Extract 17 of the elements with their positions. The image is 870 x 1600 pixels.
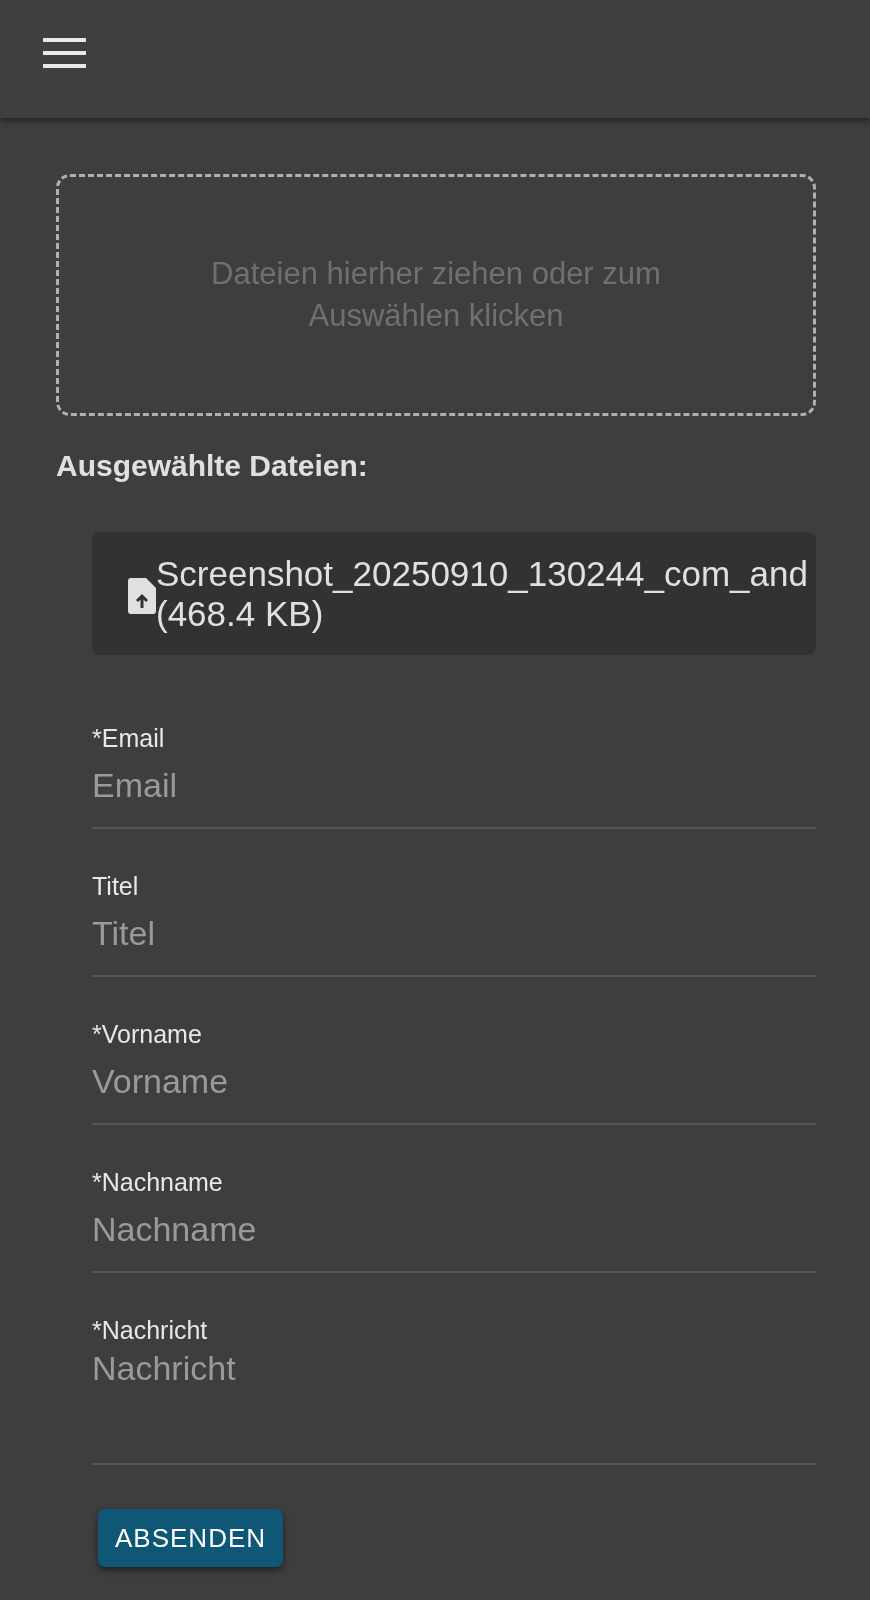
input-field[interactable]: Nachname	[92, 1197, 816, 1273]
menu-icon	[43, 38, 86, 68]
field-label: *Email	[92, 723, 166, 753]
input-field[interactable]: Vorname	[92, 1049, 816, 1125]
input-field[interactable]: Email	[92, 753, 816, 829]
submit-button[interactable]: ABSENDEN	[98, 1509, 284, 1567]
selected-files-heading: Ausgewählte Dateien:	[56, 448, 369, 484]
field-label: *Vorname	[92, 1019, 203, 1049]
file-upload-icon	[128, 577, 156, 614]
menu-button[interactable]	[43, 38, 86, 68]
field-label: *Nachricht	[92, 1315, 209, 1345]
field-label: Titel	[92, 871, 140, 901]
file-name: Screenshot_20250910_130244_com_and	[156, 553, 808, 594]
message-field[interactable]: Nachricht	[92, 1345, 816, 1465]
input-field[interactable]: Titel	[92, 901, 816, 977]
field-label: *Nachname	[92, 1167, 224, 1197]
file-size: (468.4 KB)	[156, 593, 325, 634]
